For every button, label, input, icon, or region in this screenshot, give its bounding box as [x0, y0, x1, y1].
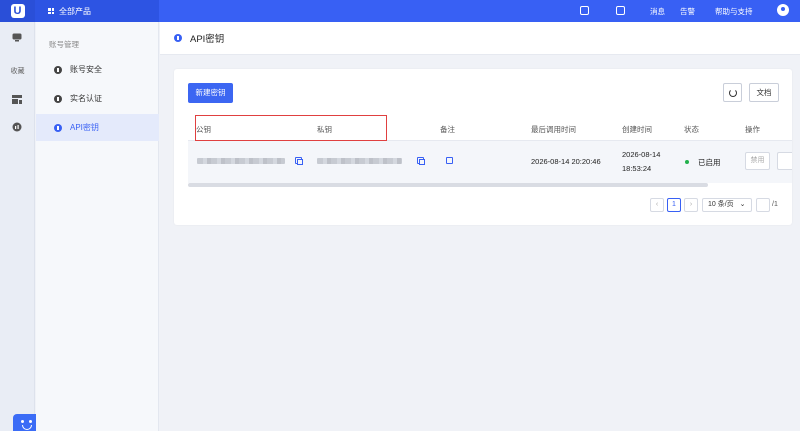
api-keys-card: 新建密钥 文档 公钥 私钥 备注 最后调用时间 创建时间 状态 操作 2026-… [174, 69, 792, 225]
analytics-icon[interactable] [10, 121, 24, 133]
created-time: 18:53:24 [622, 164, 652, 173]
refresh-button[interactable] [723, 83, 742, 102]
page-jump-input[interactable] [756, 198, 770, 212]
account-sidebar: 账号管理 账号安全 实名认证 API密钥 [36, 22, 159, 431]
column-header-created: 创建时间 [622, 125, 652, 134]
monitor-icon[interactable] [10, 31, 24, 43]
terminal-icon[interactable] [616, 6, 625, 15]
logo-mark: U [10, 4, 25, 18]
page-total: /1 [772, 201, 778, 208]
grid-icon [48, 8, 54, 14]
next-page-button[interactable]: › [684, 198, 698, 212]
chevron-down-icon: ⌄ [739, 201, 746, 208]
column-header-remark: 备注 [440, 125, 455, 134]
brand-logo[interactable]: U [0, 0, 35, 22]
table-row: 2026-08-14 20:20:46 2026-08-14 18:53:24 … [188, 141, 792, 183]
last-call-time: 2026-08-14 20:20:46 [531, 157, 601, 166]
page-header: API密钥 [160, 22, 800, 55]
page-title: API密钥 [190, 34, 225, 45]
left-rail: 收藏 [0, 22, 40, 431]
page-1-button[interactable]: 1 [667, 198, 681, 212]
sidebar-item-label: 账号安全 [70, 65, 102, 74]
column-header-last-call: 最后调用时间 [531, 125, 576, 134]
info-icon [54, 94, 62, 103]
resource-icon[interactable] [10, 93, 24, 105]
sidebar-item-label: 实名认证 [70, 94, 102, 103]
public-key-redacted [197, 158, 285, 164]
sidebar-item-real-name-auth[interactable]: 实名认证 [36, 85, 159, 112]
status-label: 已启用 [698, 158, 721, 167]
info-icon [54, 123, 62, 132]
create-key-button[interactable]: 新建密钥 [188, 83, 233, 103]
favorites-label[interactable]: 收藏 [0, 66, 35, 76]
console-icon[interactable] [580, 6, 589, 15]
pagination: ‹ 1 › 10 条/页 ⌄ /1 [174, 198, 792, 212]
user-avatar[interactable] [777, 4, 789, 16]
table-header: 公钥 私钥 备注 最后调用时间 创建时间 状态 操作 [188, 115, 792, 141]
horizontal-scrollbar[interactable] [188, 183, 708, 187]
key-columns-highlight [195, 115, 387, 141]
sidebar-item-api-keys[interactable]: API密钥 [36, 114, 159, 141]
sidebar-item-label: API密钥 [70, 123, 99, 132]
top-bar: U 全部产品 消息 告警 帮助与支持 [0, 0, 800, 22]
alerts-link[interactable]: 告警 [680, 6, 695, 17]
page-size-value: 10 条/页 [708, 201, 734, 208]
info-icon [54, 65, 62, 74]
copy-private-key-icon[interactable] [417, 157, 425, 165]
help-support-link[interactable]: 帮助与支持 [715, 6, 753, 17]
messages-link[interactable]: 消息 [650, 6, 665, 17]
disable-button[interactable]: 禁用 [745, 152, 770, 170]
copy-public-key-icon[interactable] [295, 157, 303, 165]
page-size-select[interactable]: 10 条/页 ⌄ [702, 198, 752, 212]
all-products-label: 全部产品 [59, 6, 91, 16]
private-key-redacted [317, 158, 402, 164]
docs-button[interactable]: 文档 [749, 83, 779, 102]
refresh-icon [728, 88, 737, 97]
sidebar-item-account-security[interactable]: 账号安全 [36, 56, 159, 83]
status-dot [685, 160, 689, 164]
edit-remark-icon[interactable] [446, 157, 453, 164]
prev-page-button[interactable]: ‹ [650, 198, 664, 212]
column-header-status: 状态 [684, 125, 699, 134]
created-date: 2026-08-14 [622, 150, 661, 159]
column-header-actions: 操作 [745, 125, 760, 134]
more-action-button[interactable] [777, 152, 792, 170]
info-icon [174, 34, 182, 42]
all-products-button[interactable]: 全部产品 [35, 0, 159, 22]
sidebar-section-title: 账号管理 [49, 40, 79, 49]
